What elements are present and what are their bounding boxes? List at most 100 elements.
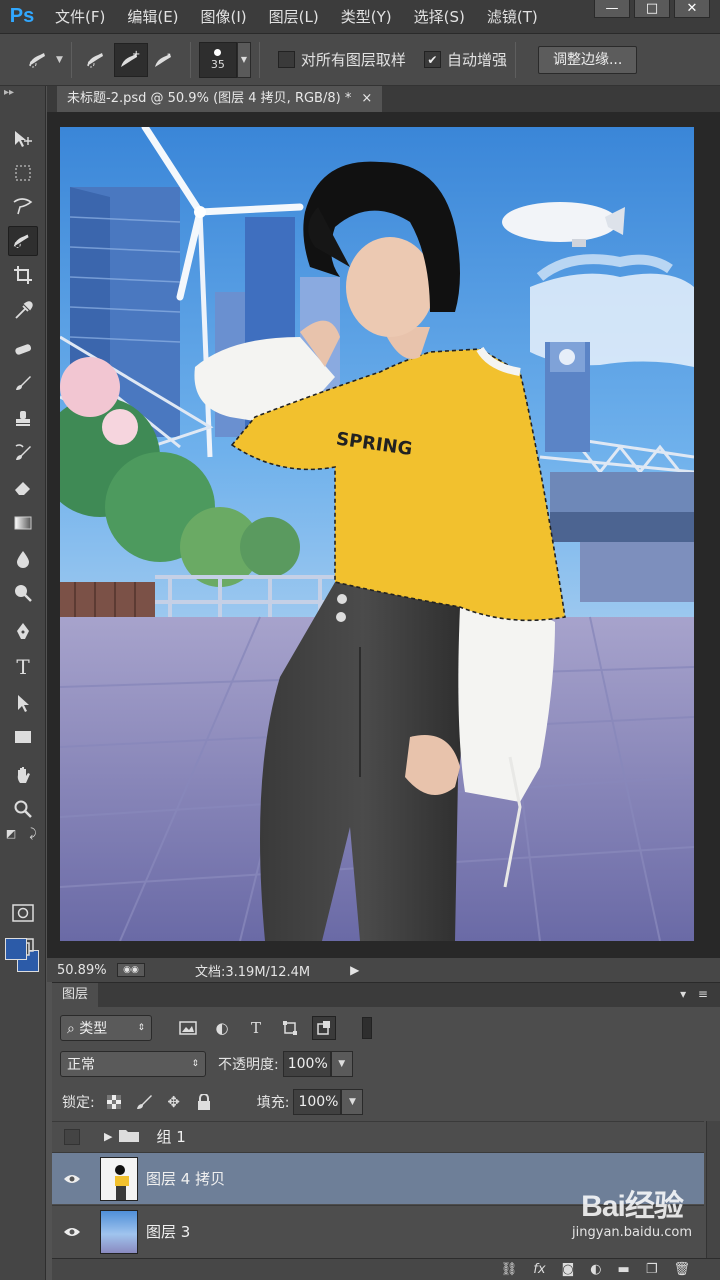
marquee-tool-icon[interactable]: [8, 158, 38, 188]
layer-row-group[interactable]: ▶ 组 1: [52, 1121, 704, 1151]
dodge-tool-icon[interactable]: [8, 578, 38, 608]
layer-filter-row: ⌕ 类型 ⇕ ◐ T: [52, 1013, 720, 1043]
blend-mode-select[interactable]: 正常 ⇕: [60, 1051, 206, 1077]
foreground-color-swatch[interactable]: [5, 938, 27, 960]
chevron-down-icon[interactable]: ▼: [56, 55, 63, 65]
new-selection-icon[interactable]: [80, 43, 114, 77]
watermark-logo: Bai经验: [581, 1190, 684, 1223]
auto-enhance-label: 自动增强: [446, 51, 507, 69]
eyedropper-tool-icon[interactable]: [8, 296, 38, 326]
brush-size-picker[interactable]: 35: [198, 41, 237, 78]
brush-tool-icon[interactable]: [8, 368, 38, 398]
brush-tip-icon: [214, 48, 222, 56]
link-icon[interactable]: ⛓: [501, 1262, 518, 1277]
filter-adjustment-icon[interactable]: ◐: [210, 1016, 234, 1040]
updown-arrow-icon: ⇕: [137, 1023, 145, 1033]
eraser-tool-icon[interactable]: [8, 472, 38, 502]
menu-edit[interactable]: 编辑(E): [116, 6, 189, 27]
tool-preset-picker[interactable]: [22, 43, 56, 77]
trash-icon[interactable]: 🗑: [673, 1262, 690, 1277]
zoom-tool-icon[interactable]: [8, 794, 38, 824]
auto-enhance-checkbox[interactable]: ✔: [423, 51, 441, 68]
filter-type-icon[interactable]: T: [244, 1016, 268, 1040]
new-layer-icon[interactable]: ❐: [646, 1262, 658, 1277]
close-button[interactable]: ✕: [674, 0, 710, 18]
menu-image[interactable]: 图像(I): [190, 6, 258, 27]
opacity-field[interactable]: 100%: [282, 1051, 331, 1077]
collapse-arrows-icon[interactable]: ▸▸: [0, 86, 45, 100]
chevron-down-icon[interactable]: ▼: [341, 1089, 364, 1115]
add-to-selection-icon[interactable]: +: [113, 42, 148, 77]
move-tool-icon[interactable]: [8, 124, 38, 154]
default-colors-icon[interactable]: ◩: [2, 824, 20, 842]
visibility-toggle[interactable]: [64, 1128, 80, 1145]
lock-pixels-icon[interactable]: [133, 1091, 155, 1113]
menu-layer[interactable]: 图层(L): [258, 6, 330, 27]
panel-menu-icon[interactable]: ▾ ≡: [680, 987, 712, 1001]
minimize-button[interactable]: —: [594, 0, 630, 18]
gradient-tool-icon[interactable]: [8, 508, 38, 538]
fx-icon[interactable]: fx: [533, 1262, 545, 1277]
menu-file[interactable]: 文件(F): [44, 6, 116, 27]
separator: [70, 41, 72, 78]
panel-footer: ⛓ fx ◙ ◐ ▬ ❐ 🗑: [52, 1258, 720, 1280]
quick-mask-icon[interactable]: [8, 898, 38, 928]
filter-shape-icon[interactable]: [278, 1016, 302, 1040]
clone-stamp-tool-icon[interactable]: [8, 404, 38, 434]
hand-tool-icon[interactable]: [8, 760, 38, 790]
close-tab-icon[interactable]: ×: [361, 86, 372, 112]
status-menu-arrow-icon[interactable]: ▶: [350, 963, 359, 977]
document-title: 未标题-2.psd @ 50.9% (图层 4 拷贝, RGB/8) *: [67, 91, 352, 106]
tools-panel: ▸▸ T ◩ ⤸: [0, 86, 46, 1280]
filter-smart-object-icon[interactable]: [312, 1016, 336, 1040]
chevron-down-icon[interactable]: ▼: [236, 41, 251, 78]
path-selection-tool-icon[interactable]: [8, 688, 38, 718]
status-preview-icon[interactable]: ◉◉: [117, 963, 145, 977]
menu-select[interactable]: 选择(S): [403, 6, 476, 27]
baidu-watermark: Bai经验 jingyan.baidu.com: [572, 1181, 692, 1240]
panel-scrollbar[interactable]: [706, 1121, 720, 1261]
adjustment-icon[interactable]: ◐: [590, 1262, 601, 1277]
lock-label: 锁定:: [62, 1095, 95, 1111]
menu-type[interactable]: 类型(Y): [330, 6, 403, 27]
document-canvas[interactable]: SPRING: [60, 127, 694, 941]
type-tool-icon[interactable]: T: [8, 652, 38, 682]
eye-icon[interactable]: [52, 1226, 92, 1238]
filter-pixel-icon[interactable]: [176, 1016, 200, 1040]
document-tab[interactable]: 未标题-2.psd @ 50.9% (图层 4 拷贝, RGB/8) * ×: [57, 86, 383, 112]
rectangle-tool-icon[interactable]: [8, 722, 38, 752]
lock-all-icon[interactable]: [193, 1091, 215, 1113]
mask-icon[interactable]: ◙: [562, 1262, 575, 1277]
chevron-down-icon[interactable]: ▼: [330, 1051, 353, 1077]
blur-tool-icon[interactable]: [8, 544, 38, 574]
quick-selection-tool-icon[interactable]: [8, 226, 38, 256]
separator: [258, 41, 260, 78]
filter-toggle[interactable]: [362, 1017, 372, 1039]
eye-icon[interactable]: [52, 1173, 92, 1185]
document-tab-bar: 未标题-2.psd @ 50.9% (图层 4 拷贝, RGB/8) * ×: [47, 86, 720, 112]
lasso-tool-icon[interactable]: [8, 192, 38, 222]
maximize-button[interactable]: □: [634, 0, 670, 18]
refine-edge-button[interactable]: 调整边缘...: [537, 45, 638, 74]
menu-filter[interactable]: 滤镜(T): [476, 6, 549, 27]
layer-name: 组 1: [156, 1128, 186, 1146]
subtract-from-selection-icon[interactable]: -: [148, 43, 182, 77]
blend-row: 正常 ⇕ 不透明度: 100% ▼: [52, 1049, 720, 1079]
fill-field[interactable]: 100%: [293, 1089, 342, 1115]
history-brush-tool-icon[interactable]: [8, 438, 38, 468]
lock-transparency-icon[interactable]: [103, 1091, 125, 1113]
swap-colors-icon[interactable]: ⤸: [24, 824, 42, 842]
crop-tool-icon[interactable]: [8, 260, 38, 290]
folder-icon[interactable]: ▬: [618, 1262, 630, 1277]
zoom-readout[interactable]: 50.89%: [47, 963, 117, 978]
healing-brush-tool-icon[interactable]: [8, 334, 38, 364]
sample-all-layers-checkbox[interactable]: [277, 51, 295, 68]
pen-tool-icon[interactable]: [8, 616, 38, 646]
expand-arrow-icon[interactable]: ▶: [104, 1130, 112, 1143]
layer-filter-select[interactable]: ⌕ 类型 ⇕: [60, 1015, 152, 1041]
layer-thumbnail: [100, 1209, 138, 1254]
svg-text:+: +: [132, 49, 140, 60]
fill-label: 填充:: [256, 1095, 290, 1111]
lock-position-icon[interactable]: ✥: [163, 1091, 185, 1113]
tab-layers[interactable]: 图层: [52, 983, 99, 1007]
